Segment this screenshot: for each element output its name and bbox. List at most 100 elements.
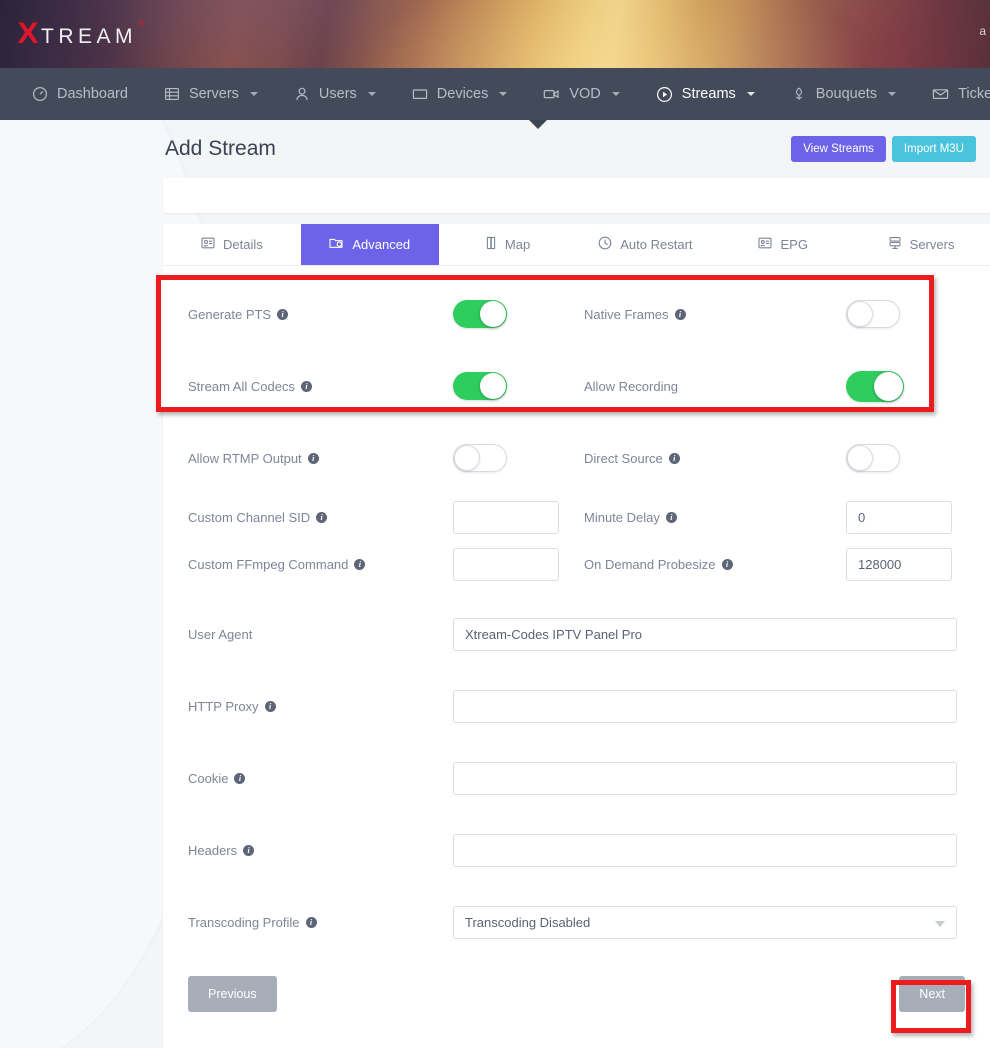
input-on-demand-probesize[interactable] bbox=[846, 548, 952, 581]
label-text: Cookie bbox=[188, 771, 228, 786]
label-generate-pts: Generate PTS i bbox=[188, 307, 453, 322]
toggle-allow-rtmp-output[interactable] bbox=[453, 444, 507, 472]
label-direct-source: Direct Source i bbox=[584, 451, 846, 466]
toggle-direct-source[interactable] bbox=[846, 444, 900, 472]
toggle-generate-pts[interactable] bbox=[453, 300, 507, 328]
banner-right-text: a bbox=[979, 24, 986, 38]
field-generate-pts: Generate PTS i bbox=[188, 300, 584, 328]
info-icon[interactable]: i bbox=[308, 453, 319, 464]
field-allow-recording: Allow Recording bbox=[584, 371, 965, 402]
select-transcoding-profile[interactable] bbox=[453, 906, 957, 939]
label-text: Generate PTS bbox=[188, 307, 271, 322]
label-custom-ffmpeg-command: Custom FFmpeg Command i bbox=[188, 557, 453, 572]
info-icon[interactable]: i bbox=[234, 773, 245, 784]
nav-item-tickets[interactable]: Tickets bbox=[914, 68, 990, 120]
chevron-down-icon bbox=[612, 92, 620, 96]
tab-advanced[interactable]: Advanced bbox=[301, 224, 439, 265]
tab-epg[interactable]: EPG bbox=[714, 224, 852, 265]
info-icon[interactable]: i bbox=[277, 309, 288, 320]
form-row-generate-pts: Generate PTS i Native Frames i bbox=[163, 278, 990, 350]
info-icon[interactable]: i bbox=[243, 845, 254, 856]
nav-item-vod[interactable]: VOD bbox=[525, 68, 637, 120]
import-m3u-button[interactable]: Import M3U bbox=[892, 136, 976, 162]
details-icon bbox=[201, 236, 215, 253]
tab-label: EPG bbox=[780, 237, 807, 252]
info-icon[interactable]: i bbox=[301, 381, 312, 392]
toggle-knob bbox=[874, 372, 903, 401]
label-text: Custom FFmpeg Command bbox=[188, 557, 348, 572]
input-cookie[interactable] bbox=[453, 762, 957, 795]
form-row-stream-all-codecs: Stream All Codecs i Allow Recording bbox=[163, 350, 990, 422]
advanced-icon bbox=[329, 236, 344, 253]
label-user-agent: User Agent bbox=[188, 627, 453, 642]
form-tabs: Details Advanced bbox=[163, 224, 990, 266]
toggle-native-frames[interactable] bbox=[846, 300, 900, 328]
tab-auto-restart[interactable]: Auto Restart bbox=[576, 224, 714, 265]
chevron-down-icon bbox=[747, 92, 755, 96]
label-stream-all-codecs: Stream All Codecs i bbox=[188, 379, 453, 394]
input-http-proxy[interactable] bbox=[453, 690, 957, 723]
toggle-stream-all-codecs[interactable] bbox=[453, 372, 507, 400]
previous-button[interactable]: Previous bbox=[188, 976, 277, 1012]
input-custom-channel-sid[interactable] bbox=[453, 501, 559, 534]
nav-item-users[interactable]: Users bbox=[276, 68, 394, 120]
stream-form-card: Details Advanced bbox=[163, 224, 990, 1048]
tab-map[interactable]: Map bbox=[439, 224, 577, 265]
label-http-proxy: HTTP Proxy i bbox=[188, 699, 453, 714]
nav-label: Servers bbox=[189, 86, 239, 102]
epg-icon bbox=[758, 236, 772, 253]
chevron-down-icon bbox=[250, 92, 258, 96]
page-body: Add Stream View Streams Import M3U bbox=[0, 120, 990, 1048]
form-row-headers: Headers i bbox=[163, 828, 990, 872]
card-spacer bbox=[163, 178, 990, 213]
info-icon[interactable]: i bbox=[675, 309, 686, 320]
input-custom-ffmpeg-command[interactable] bbox=[453, 548, 559, 581]
page-title: Add Stream bbox=[165, 137, 276, 161]
nav-item-dashboard[interactable]: Dashboard bbox=[14, 68, 146, 120]
logo-x-letter: X bbox=[17, 19, 38, 49]
flower-icon bbox=[791, 86, 807, 102]
label-text: Custom Channel SID bbox=[188, 510, 310, 525]
page-header: Add Stream View Streams Import M3U bbox=[163, 120, 990, 178]
nav-label: Streams bbox=[682, 86, 736, 102]
info-icon[interactable]: i bbox=[265, 701, 276, 712]
label-on-demand-probesize: On Demand Probesize i bbox=[584, 557, 846, 572]
nav-item-bouquets[interactable]: Bouquets bbox=[773, 68, 914, 120]
label-text: HTTP Proxy bbox=[188, 699, 259, 714]
form-row-transcoding-profile: Transcoding Profile i bbox=[163, 900, 990, 944]
input-minute-delay[interactable] bbox=[846, 501, 952, 534]
info-icon[interactable]: i bbox=[669, 453, 680, 464]
label-allow-recording: Allow Recording bbox=[584, 379, 846, 394]
input-user-agent[interactable] bbox=[453, 618, 957, 651]
nav-item-streams[interactable]: Streams bbox=[638, 68, 773, 120]
nav-item-devices[interactable]: Devices bbox=[394, 68, 526, 120]
tab-details[interactable]: Details bbox=[163, 224, 301, 265]
info-icon[interactable]: i bbox=[306, 917, 317, 928]
device-icon bbox=[412, 86, 428, 102]
label-text: Direct Source bbox=[584, 451, 663, 466]
info-icon[interactable]: i bbox=[666, 512, 677, 523]
nav-item-servers[interactable]: Servers bbox=[146, 68, 276, 120]
play-circle-icon bbox=[656, 86, 673, 103]
field-on-demand-probesize: On Demand Probesize i bbox=[584, 548, 965, 581]
info-icon[interactable]: i bbox=[722, 559, 733, 570]
tab-label: Advanced bbox=[352, 237, 410, 252]
tab-servers[interactable]: Servers bbox=[852, 224, 990, 265]
input-headers[interactable] bbox=[453, 834, 957, 867]
label-transcoding-profile: Transcoding Profile i bbox=[188, 915, 453, 930]
view-streams-button[interactable]: View Streams bbox=[791, 136, 886, 162]
toggle-knob bbox=[454, 445, 480, 471]
tab-label: Map bbox=[505, 237, 530, 252]
label-text: Minute Delay bbox=[584, 510, 660, 525]
tab-label: Details bbox=[223, 237, 263, 252]
info-icon[interactable]: i bbox=[354, 559, 365, 570]
form-row-http-proxy: HTTP Proxy i bbox=[163, 684, 990, 728]
info-icon[interactable]: i bbox=[316, 512, 327, 523]
envelope-icon bbox=[932, 86, 949, 102]
toggle-allow-recording[interactable] bbox=[846, 371, 904, 402]
label-text: Stream All Codecs bbox=[188, 379, 295, 394]
next-button[interactable]: Next bbox=[899, 976, 965, 1012]
xtream-logo[interactable]: X TREAM ® bbox=[18, 19, 148, 49]
form-row-custom-ffmpeg-command: Custom FFmpeg Command i On Demand Probes… bbox=[163, 541, 990, 588]
label-headers: Headers i bbox=[188, 843, 453, 858]
